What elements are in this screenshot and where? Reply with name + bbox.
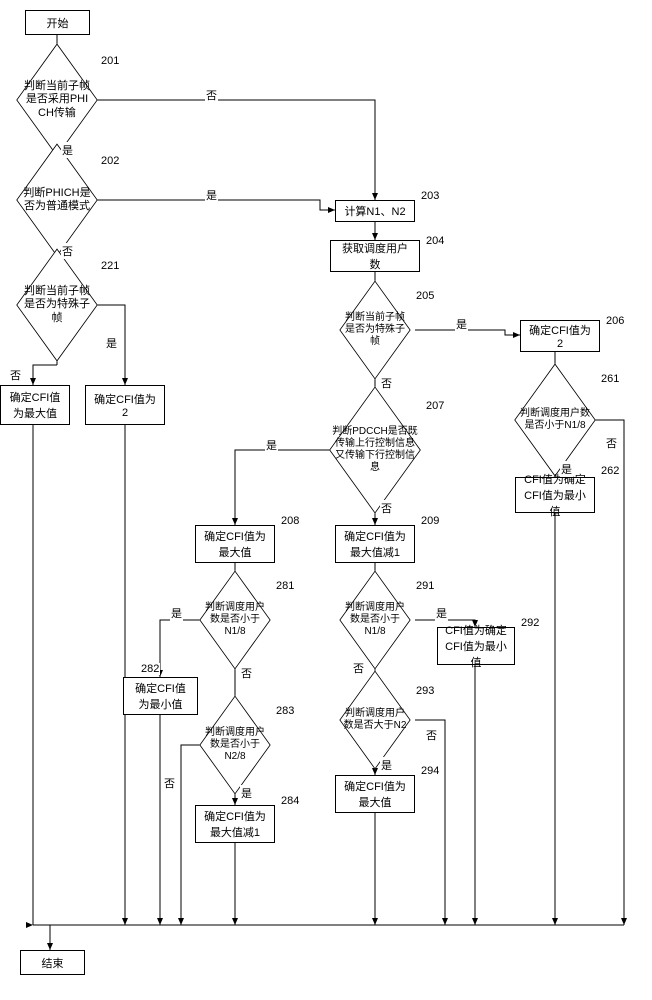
- end-label: 结束: [42, 955, 64, 971]
- process-209-text: 确定CFI值为最大值减1: [342, 528, 408, 560]
- yes-label: 是: [435, 605, 448, 621]
- decision-291-text: 判断调度用户数是否小于N1/8: [340, 600, 410, 640]
- yes-label: 是: [560, 461, 573, 477]
- process-221a-text: 确定CFI值为最大值: [7, 389, 63, 421]
- step-label-284: 284: [280, 795, 300, 807]
- decision-281-text: 判断调度用户数是否小于N1/8: [200, 600, 270, 640]
- decision-201: 判断当前子帧是否采用PHI CH传输: [17, 60, 97, 140]
- process-204: 获取调度用户数: [330, 240, 420, 272]
- process-221b-text: 确定CFI值为2: [92, 391, 158, 419]
- process-284: 确定CFI值为最大值减1: [195, 805, 275, 843]
- yes-label: 是: [265, 437, 278, 453]
- flowchart-canvas: 开始 判断当前子帧是否采用PHI CH传输 201 是 否 判断PHICH是否为…: [5, 5, 645, 995]
- no-label: 否: [9, 367, 22, 383]
- step-label-282: 282: [140, 663, 160, 675]
- process-294: 确定CFI值为最大值: [335, 775, 415, 813]
- process-204-text: 获取调度用户数: [337, 240, 413, 272]
- step-label-281: 281: [275, 580, 295, 592]
- step-label-293: 293: [415, 685, 435, 697]
- yes-label: 是: [240, 785, 253, 801]
- step-label-292: 292: [520, 617, 540, 629]
- decision-291: 判断调度用户数是否小于N1/8: [340, 585, 410, 655]
- process-294-text: 确定CFI值为最大值: [342, 778, 408, 810]
- process-284-text: 确定CFI值为最大值减1: [202, 808, 268, 840]
- decision-207: 判断PDCCH是否既传输上行控制信息又传输下行控制信息: [330, 405, 420, 495]
- decision-283-text: 判断调度用户数是否小于N2/8: [200, 725, 270, 765]
- step-label-207: 207: [425, 400, 445, 412]
- no-label: 否: [380, 500, 393, 516]
- no-label: 否: [425, 727, 438, 743]
- yes-label: 是: [205, 187, 218, 203]
- decision-261-text: 判断调度用户数是否小于N1/8: [515, 406, 595, 434]
- decision-201-text: 判断当前子帧是否采用PHI CH传输: [17, 78, 97, 122]
- process-206-text: 确定CFI值为2: [527, 322, 593, 350]
- start-node: 开始: [25, 10, 90, 35]
- process-208: 确定CFI值为最大值: [195, 525, 275, 563]
- process-221a: 确定CFI值为最大值: [0, 385, 70, 425]
- no-label: 否: [61, 243, 74, 259]
- yes-label: 是: [455, 316, 468, 332]
- process-262: CFI值为确定CFI值为最小值: [515, 477, 595, 513]
- decision-293-text: 判断调度用户数是否大于N2: [340, 706, 410, 734]
- step-label-209: 209: [420, 515, 440, 527]
- yes-label: 是: [61, 142, 74, 158]
- decision-221-text: 判断当前子帧是否为特殊子帧: [17, 283, 97, 327]
- process-262-text: CFI值为确定CFI值为最小值: [522, 471, 588, 519]
- start-label: 开始: [47, 15, 69, 31]
- step-label-205: 205: [415, 290, 435, 302]
- yes-label: 是: [170, 605, 183, 621]
- step-label-262: 262: [600, 465, 620, 477]
- process-282-text: 确定CFI值为最小值: [130, 680, 191, 712]
- decision-283: 判断调度用户数是否小于N2/8: [200, 710, 270, 780]
- step-label-291: 291: [415, 580, 435, 592]
- process-282: 确定CFI值为最小值: [123, 677, 198, 715]
- decision-221: 判断当前子帧是否为特殊子帧: [17, 265, 97, 345]
- step-label-202: 202: [100, 155, 120, 167]
- step-label-208: 208: [280, 515, 300, 527]
- yes-label: 是: [380, 757, 393, 773]
- step-label-201: 201: [100, 55, 120, 67]
- yes-label: 是: [105, 335, 118, 351]
- end-node: 结束: [20, 950, 85, 975]
- process-206: 确定CFI值为2: [520, 320, 600, 352]
- step-label-294: 294: [420, 765, 440, 777]
- step-label-221: 221: [100, 260, 120, 272]
- no-label: 否: [205, 87, 218, 103]
- no-label: 否: [380, 375, 393, 391]
- no-label: 否: [605, 435, 618, 451]
- decision-261: 判断调度用户数是否小于N1/8: [515, 380, 595, 460]
- decision-281: 判断调度用户数是否小于N1/8: [200, 585, 270, 655]
- process-209: 确定CFI值为最大值减1: [335, 525, 415, 563]
- decision-202-text: 判断PHICH是否为普通模式: [17, 185, 97, 215]
- process-292-text: CFI值为确定CFI值为最小值: [444, 622, 508, 670]
- no-label: 否: [163, 775, 176, 791]
- process-292: CFI值为确定CFI值为最小值: [437, 627, 515, 665]
- step-label-206: 206: [605, 315, 625, 327]
- no-label: 否: [240, 665, 253, 681]
- step-label-204: 204: [425, 235, 445, 247]
- decision-205-text: 判断当前子帧是否为特殊子帧: [340, 310, 410, 350]
- process-208-text: 确定CFI值为最大值: [202, 528, 268, 560]
- no-label: 否: [352, 660, 365, 676]
- step-label-203: 203: [420, 190, 440, 202]
- decision-205: 判断当前子帧是否为特殊子帧: [340, 295, 410, 365]
- process-221b: 确定CFI值为2: [85, 385, 165, 425]
- step-label-261: 261: [600, 373, 620, 385]
- step-label-283: 283: [275, 705, 295, 717]
- decision-202: 判断PHICH是否为普通模式: [17, 160, 97, 240]
- process-203-text: 计算N1、N2: [344, 203, 405, 219]
- process-203: 计算N1、N2: [335, 200, 415, 222]
- decision-207-text: 判断PDCCH是否既传输上行控制信息又传输下行控制信息: [330, 424, 420, 476]
- decision-293: 判断调度用户数是否大于N2: [340, 685, 410, 755]
